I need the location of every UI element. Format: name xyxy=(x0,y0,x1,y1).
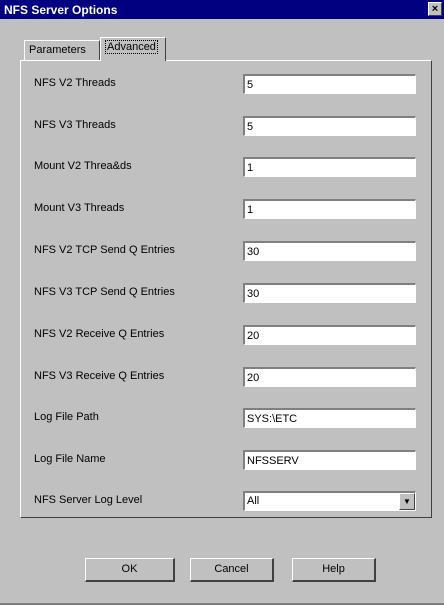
field-row-nfs-v3-tcp-send-q: NFS V3 TCP Send Q Entries xyxy=(21,283,431,305)
log-level-value: All xyxy=(247,495,260,507)
field-row-log-level: NFS Server Log Level All ▼ xyxy=(21,491,431,513)
log-file-path-label: Log File Path xyxy=(34,411,99,423)
field-row-log-file-path: Log File Path xyxy=(21,408,431,430)
field-row-nfs-v2-tcp-send-q: NFS V2 TCP Send Q Entries xyxy=(21,241,431,263)
title-bar: NFS Server Options × xyxy=(0,0,444,19)
window-title: NFS Server Options xyxy=(4,3,118,17)
nfs-v2-tcp-send-q-label: NFS V2 TCP Send Q Entries xyxy=(34,244,175,256)
field-row-nfs-v3-receive-q: NFS V3 Receive Q Entries xyxy=(21,367,431,389)
nfs-v2-receive-q-label: NFS V2 Receive Q Entries xyxy=(34,328,165,340)
mount-v2-threads-label: Mount V2 Threa&ds xyxy=(34,160,132,172)
mount-v3-threads-input[interactable] xyxy=(243,199,416,219)
cancel-button[interactable]: Cancel xyxy=(190,558,274,582)
tab-advanced-label: Advanced xyxy=(105,40,158,54)
help-button[interactable]: Help xyxy=(292,558,376,582)
field-row-log-file-name: Log File Name xyxy=(21,450,431,472)
log-level-label: NFS Server Log Level xyxy=(34,494,143,506)
field-row-nfs-v2-receive-q: NFS V2 Receive Q Entries xyxy=(21,325,431,347)
field-row-nfs-v3-threads: NFS V3 Threads xyxy=(21,116,431,138)
chevron-down-icon[interactable]: ▼ xyxy=(399,493,415,510)
tab-parameters-label: Parameters xyxy=(29,44,86,56)
log-level-select[interactable]: All ▼ xyxy=(243,491,416,511)
log-file-path-input[interactable] xyxy=(243,408,416,428)
nfs-v2-tcp-send-q-input[interactable] xyxy=(243,241,416,261)
nfs-v2-threads-label: NFS V2 Threads xyxy=(34,77,116,89)
field-row-nfs-v2-threads: NFS V2 Threads xyxy=(21,74,431,96)
nfs-v3-tcp-send-q-input[interactable] xyxy=(243,283,416,303)
advanced-panel: NFS V2 Threads NFS V3 Threads Mount V2 T… xyxy=(20,60,432,518)
tab-advanced[interactable]: Advanced xyxy=(100,37,166,61)
nfs-v3-threads-label: NFS V3 Threads xyxy=(34,119,116,131)
nfs-v3-receive-q-input[interactable] xyxy=(243,367,416,387)
ok-button[interactable]: OK xyxy=(85,558,175,582)
log-file-name-input[interactable] xyxy=(243,450,416,470)
nfs-v2-threads-input[interactable] xyxy=(243,74,416,94)
mount-v3-threads-label: Mount V3 Threads xyxy=(34,202,125,214)
nfs-v3-receive-q-label: NFS V3 Receive Q Entries xyxy=(34,370,165,382)
field-row-mount-v2-threads: Mount V2 Threa&ds xyxy=(21,157,431,179)
tab-parameters[interactable]: Parameters xyxy=(24,40,100,60)
log-file-name-label: Log File Name xyxy=(34,453,106,465)
mount-v2-threads-input[interactable] xyxy=(243,157,416,177)
nfs-v2-receive-q-input[interactable] xyxy=(243,325,416,345)
field-row-mount-v3-threads: Mount V3 Threads xyxy=(21,199,431,221)
nfs-v3-threads-input[interactable] xyxy=(243,116,416,136)
nfs-v3-tcp-send-q-label: NFS V3 TCP Send Q Entries xyxy=(34,286,175,298)
close-icon[interactable]: × xyxy=(428,2,442,16)
